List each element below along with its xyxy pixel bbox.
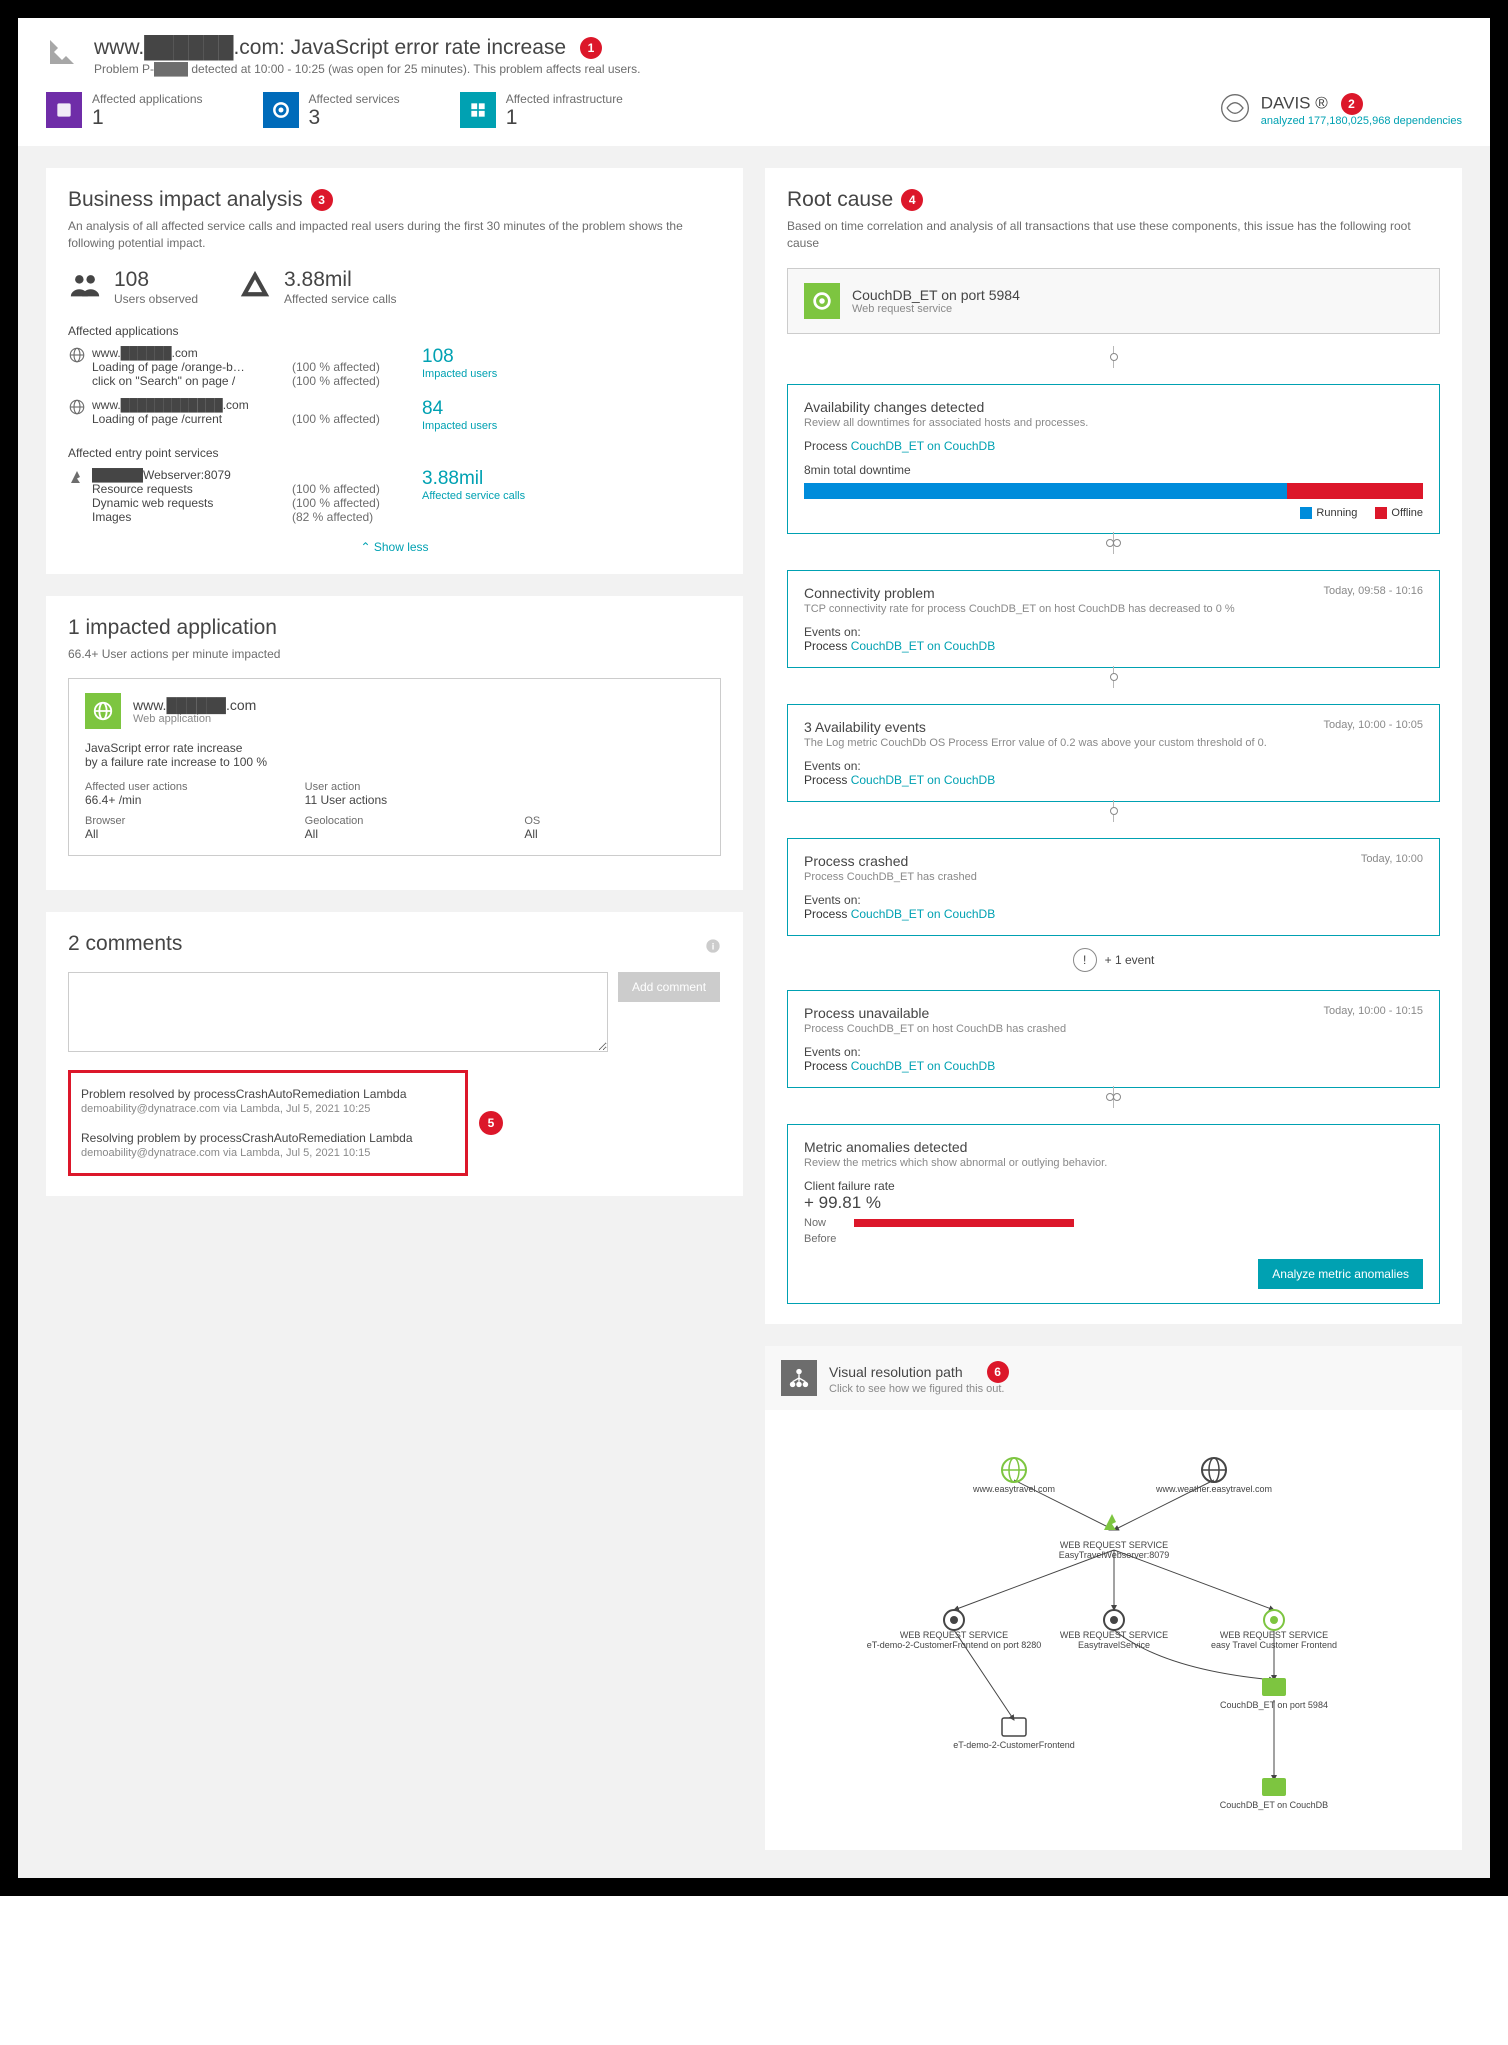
anomaly-value: + 99.81 % <box>804 1193 1423 1213</box>
info-icon[interactable]: i <box>705 938 721 957</box>
svg-text:EasytravelService: EasytravelService <box>1077 1640 1149 1650</box>
process-link[interactable]: CouchDB_ET on CouchDB <box>851 1059 996 1073</box>
svg-text:www.easytravel.com: www.easytravel.com <box>971 1484 1054 1494</box>
plus-event-link[interactable]: ! + 1 event <box>787 948 1440 972</box>
bia-desc: An analysis of all affected service call… <box>68 218 721 252</box>
svg-text:www.weather.easytravel.com: www.weather.easytravel.com <box>1154 1484 1271 1494</box>
davis-panel: DAVIS ® 2 analyzed 177,180,025,968 depen… <box>1219 92 1462 127</box>
rc-availability-events-card[interactable]: Today, 10:00 - 10:05 3 Availability even… <box>787 704 1440 802</box>
users-observed-value: 108 <box>114 268 198 292</box>
service-icon <box>68 468 92 489</box>
bia-title: Business impact analysis <box>68 188 303 212</box>
globe-icon <box>68 346 92 367</box>
affected-app-1[interactable]: www.██████.com Loading of page /orange-b… <box>68 346 721 388</box>
annotation-badge-2: 2 <box>1341 93 1363 115</box>
annotation-badge-5: 5 <box>479 1111 503 1135</box>
svg-text:eT-demo-2-CustomerFrontend: eT-demo-2-CustomerFrontend <box>953 1740 1075 1750</box>
impacted-app-card[interactable]: www.██████.com Web application JavaScrip… <box>68 678 721 856</box>
show-less-link[interactable]: ⌃ Show less <box>68 540 721 554</box>
affected-eps-1[interactable]: ██████Webserver:8079 Resource requests D… <box>68 468 721 524</box>
comment-1-meta: demoability@dynatrace.com via Lambda, Ju… <box>81 1103 455 1115</box>
rc-process-crashed-card[interactable]: Today, 10:00 Process crashed Process Cou… <box>787 838 1440 936</box>
affected-calls-value: 3.88mil <box>284 268 397 292</box>
root-cause-section: Root cause 4 Based on time correlation a… <box>765 168 1462 1324</box>
svg-text:CouchDB_ET on CouchDB: CouchDB_ET on CouchDB <box>1219 1800 1327 1810</box>
services-icon <box>263 92 299 128</box>
service-icon <box>804 283 840 319</box>
vrp-title: Visual resolution path <box>829 1364 963 1380</box>
affected-apps-head: Affected applications <box>68 324 721 338</box>
davis-name: DAVIS ® 2 <box>1261 93 1462 115</box>
exclamation-icon: ! <box>1073 948 1097 972</box>
svg-text:WEB REQUEST SERVICE: WEB REQUEST SERVICE <box>1219 1630 1327 1640</box>
annotation-badge-4: 4 <box>901 189 923 211</box>
comments-section: 2 comments i Add comment Problem resolve… <box>46 912 743 1196</box>
add-comment-button[interactable]: Add comment <box>618 972 720 1002</box>
annotation-badge-1: 1 <box>580 37 602 59</box>
rc-process-unavailable-card[interactable]: Today, 10:00 - 10:15 Process unavailable… <box>787 990 1440 1088</box>
anomaly-bar-now <box>854 1219 1074 1227</box>
rc-metric-anomalies-card[interactable]: Metric anomalies detected Review the met… <box>787 1124 1440 1304</box>
affected-app-2[interactable]: www.████████████.com Loading of page /cu… <box>68 398 721 432</box>
applications-icon <box>46 92 82 128</box>
page-title: www.██████.com: JavaScript error rate in… <box>94 36 1462 60</box>
rc-title: Root cause <box>787 188 893 212</box>
svg-text:WEB REQUEST SERVICE: WEB REQUEST SERVICE <box>1059 1540 1167 1550</box>
calls-icon <box>238 268 272 305</box>
svg-text:i: i <box>712 941 715 951</box>
page-subtitle: Problem P-████ detected at 10:00 - 10:25… <box>94 62 1462 76</box>
problem-icon <box>46 36 78 71</box>
comment-2-text: Resolving problem by processCrashAutoRem… <box>81 1131 455 1145</box>
business-impact-section: Business impact analysis 3 An analysis o… <box>46 168 743 574</box>
process-link[interactable]: CouchDB_ET on CouchDB <box>851 907 996 921</box>
comment-input[interactable] <box>68 972 608 1052</box>
analyze-anomalies-button[interactable]: Analyze metric anomalies <box>1258 1259 1423 1289</box>
svg-text:WEB REQUEST SERVICE: WEB REQUEST SERVICE <box>1059 1630 1167 1640</box>
comment-2-meta: demoability@dynatrace.com via Lambda, Ju… <box>81 1147 455 1159</box>
rc-head-card[interactable]: CouchDB_ET on port 5984 Web request serv… <box>787 268 1440 334</box>
process-link[interactable]: CouchDB_ET on CouchDB <box>851 639 996 653</box>
comments-title: 2 comments <box>68 932 182 956</box>
tile-affected-services[interactable]: Affected services 3 <box>263 92 400 130</box>
svg-text:easy Travel Customer Frontend: easy Travel Customer Frontend <box>1210 1640 1336 1650</box>
process-link[interactable]: CouchDB_ET on CouchDB <box>851 439 996 453</box>
impacted-title: 1 impacted application <box>68 616 721 640</box>
tile-affected-applications[interactable]: Affected applications 1 <box>46 92 203 130</box>
process-link[interactable]: CouchDB_ET on CouchDB <box>851 773 996 787</box>
globe-icon <box>68 398 92 419</box>
annotation-badge-3: 3 <box>311 189 333 211</box>
infrastructure-icon <box>460 92 496 128</box>
hierarchy-icon <box>781 1360 817 1396</box>
davis-icon <box>1219 92 1251 127</box>
comments-highlight-box: Problem resolved by processCrashAutoReme… <box>68 1070 468 1176</box>
rc-connectivity-card[interactable]: Today, 09:58 - 10:16 Connectivity proble… <box>787 570 1440 668</box>
vrp-graph[interactable]: www.easytravel.com www.weather.easytrave… <box>765 1410 1462 1850</box>
impacted-app-section: 1 impacted application 66.4+ User action… <box>46 596 743 891</box>
comment-1-text: Problem resolved by processCrashAutoReme… <box>81 1087 455 1101</box>
users-icon <box>68 268 102 305</box>
svg-text:eT-demo-2-CustomerFrontend on: eT-demo-2-CustomerFrontend on port 8280 <box>866 1640 1041 1650</box>
visual-resolution-path-section: Visual resolution path 6 Click to see ho… <box>765 1346 1462 1850</box>
affected-eps-head: Affected entry point services <box>68 446 721 460</box>
chevron-up-icon: ⌃ <box>360 540 370 554</box>
annotation-badge-6: 6 <box>987 1361 1009 1383</box>
svg-text:CouchDB_ET on port 5984: CouchDB_ET on port 5984 <box>1220 1700 1328 1710</box>
svg-text:EasyTravelWebserver:8079: EasyTravelWebserver:8079 <box>1058 1550 1169 1560</box>
svg-text:WEB REQUEST SERVICE: WEB REQUEST SERVICE <box>899 1630 1007 1640</box>
app-icon <box>85 693 121 729</box>
rc-availability-card[interactable]: Availability changes detected Review all… <box>787 384 1440 534</box>
tile-affected-infrastructure[interactable]: Affected infrastructure 1 <box>460 92 623 130</box>
availability-bar <box>804 483 1423 499</box>
davis-deps: analyzed 177,180,025,968 dependencies <box>1261 115 1462 127</box>
